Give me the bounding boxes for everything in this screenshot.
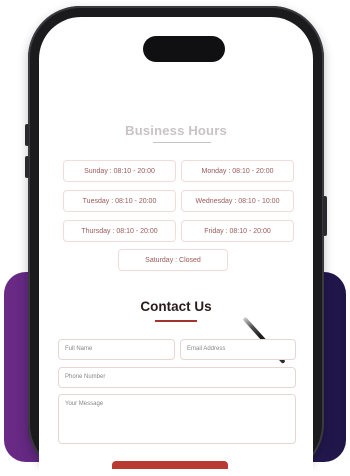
- hours-saturday: Saturday : Closed: [118, 249, 228, 271]
- submit-button[interactable]: [112, 461, 228, 469]
- email-field[interactable]: Email Address: [180, 339, 296, 360]
- title-divider: [153, 142, 211, 143]
- message-field[interactable]: Your Message: [58, 394, 296, 444]
- contact-title-underline: [155, 320, 197, 322]
- hours-monday: Monday : 08:10 - 20:00: [181, 160, 294, 182]
- phone-screen: Business Hours Sunday : 08:10 - 20:00 Mo…: [39, 17, 313, 476]
- hours-friday: Friday : 08:10 - 20:00: [181, 220, 294, 242]
- phone-side-button: [25, 124, 29, 146]
- phone-field[interactable]: Phone Number: [58, 367, 296, 388]
- business-hours-title: Business Hours: [125, 123, 227, 138]
- phone-mockup: Business Hours Sunday : 08:10 - 20:00 Mo…: [25, 6, 327, 476]
- phone-power-button: [323, 196, 327, 236]
- hours-sunday: Sunday : 08:10 - 20:00: [63, 160, 176, 182]
- contact-title: Contact Us: [140, 299, 212, 314]
- phone-side-button: [25, 156, 29, 178]
- full-name-field[interactable]: Full Name: [58, 339, 175, 360]
- hours-wednesday: Wednesday : 08:10 - 10:00: [181, 190, 294, 212]
- dynamic-island: [143, 36, 225, 62]
- hours-tuesday: Tuesday : 08:10 - 20:00: [63, 190, 176, 212]
- hours-thursday: Thursday : 08:10 - 20:00: [63, 220, 176, 242]
